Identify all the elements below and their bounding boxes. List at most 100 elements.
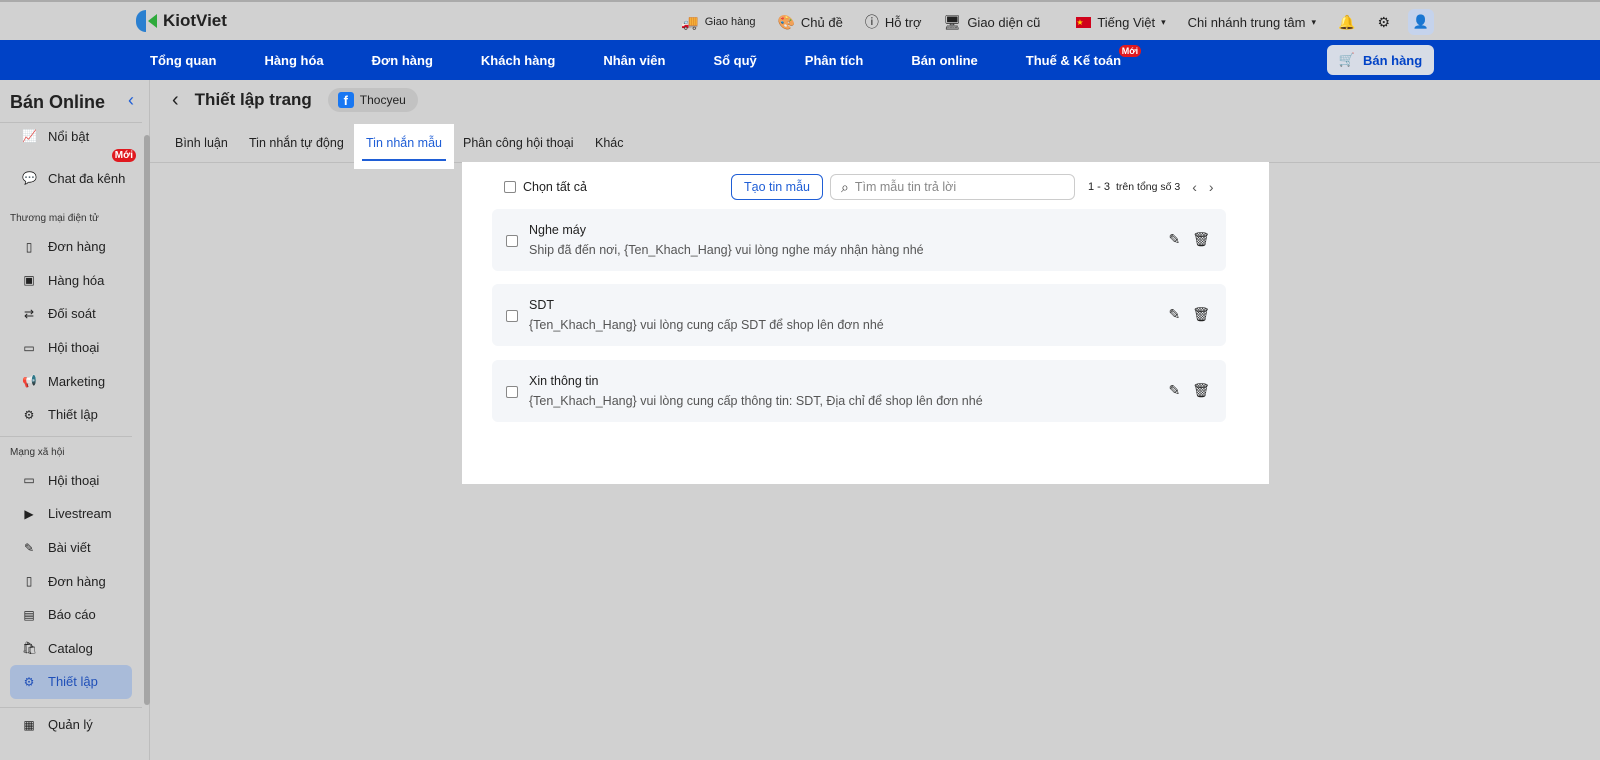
language-select[interactable]: ★ Tiếng Việt ▾ (1076, 15, 1166, 30)
trash-icon[interactable]: 🗑 (1192, 231, 1210, 248)
sidebar-item-ecom-conversations[interactable]: ▭ Hội thoại (0, 331, 142, 365)
sidebar-item-social-conversations[interactable]: ▭ Hội thoại (0, 464, 142, 498)
sidebar-item-reconciliation[interactable]: ⇄ Đối soát (0, 297, 142, 331)
edit-icon: ✎ (23, 540, 35, 555)
sidebar-item-highlights[interactable]: 📈 Nổi bật (0, 123, 142, 149)
pagination: 1 - 3 trên tổng số 3 ‹ › (1088, 174, 1214, 200)
sidebar-item-label: Bài viết (48, 540, 91, 556)
gear-icon[interactable]: ⚙ (1377, 14, 1390, 31)
select-all-checkbox[interactable]: Chọn tất cả (504, 180, 587, 194)
nav-online-sales[interactable]: Bán online (911, 53, 977, 68)
template-title: SDT (529, 298, 554, 312)
create-template-button[interactable]: Tạo tin mẫu (731, 174, 823, 200)
select-all-label: Chọn tất cả (523, 180, 587, 194)
monitor-icon: 🖥 (943, 13, 962, 30)
edit-icon[interactable]: ✎ (1168, 231, 1180, 248)
new-badge: Mới (1118, 44, 1142, 57)
search-input[interactable]: ⌕ Tìm mẫu tin trả lời (830, 174, 1075, 200)
sidebar-item-catalog[interactable]: 🛍 Catalog (0, 632, 142, 666)
document-icon: ▯ (25, 239, 33, 254)
dashboard-icon: ▦ (23, 717, 35, 732)
tab-conversation-assignment[interactable]: Phân công hội thoại (463, 124, 574, 163)
prev-page-icon[interactable]: ‹ (1192, 179, 1197, 195)
tab-bar: Bình luận Tin nhắn tự động Tin nhắn mẫu … (150, 124, 1600, 169)
catalog-icon: 🛍 (22, 641, 38, 656)
nav-cashbook[interactable]: Sổ quỹ (713, 53, 756, 68)
sidebar-item-omnichannel-chat[interactable]: 💬 Chat đa kênh Mới (0, 149, 142, 199)
theme-label: Chủ đề (800, 14, 843, 30)
tab-auto-messages[interactable]: Tin nhắn tự động (249, 124, 344, 163)
support-link[interactable]: ⓘ Hỗ trợ (865, 12, 922, 32)
nav-analytics[interactable]: Phân tích (805, 53, 864, 68)
template-item: SDT {Ten_Khach_Hang} vui lòng cung cấp SD… (492, 284, 1226, 346)
gear-icon: ⚙ (23, 674, 35, 689)
sidebar-item-social-orders[interactable]: ▯ Đơn hàng (0, 564, 142, 598)
sidebar-title: Bán Online (10, 92, 106, 112)
sell-button[interactable]: 🛒 Bán hàng (1327, 45, 1434, 75)
nav-tax-accounting[interactable]: Thuế & Kế toán Mới (1025, 44, 1142, 68)
template-item: Xin thông tin {Ten_Khach_Hang} vui lòng c… (492, 360, 1226, 422)
sidebar-item-reports[interactable]: ▤ Báo cáo (0, 598, 142, 632)
template-checkbox[interactable] (506, 310, 518, 322)
branch-select[interactable]: Chi nhánh trung tâm ▾ (1188, 15, 1316, 30)
sidebar: Bán Online ‹ 📈 Nổi bật 💬 Chat đa kênh Mới T… (0, 80, 150, 760)
sidebar-item-label: Thiết lập (48, 674, 98, 690)
gear-icon: ⚙ (23, 407, 35, 422)
template-item: Nghe máy Ship đã đến nơi, {Ten_Khach_Hang… (492, 209, 1226, 271)
template-checkbox[interactable] (506, 386, 518, 398)
nav-staff[interactable]: Nhân viên (603, 53, 665, 68)
facebook-page-chip[interactable]: f Thocyeu (327, 88, 418, 112)
tab-comments[interactable]: Bình luận (175, 124, 228, 163)
sidebar-item-label: Hàng hóa (48, 272, 105, 288)
sidebar-item-livestream[interactable]: ▶ Livestream (0, 497, 142, 531)
sidebar-item-label: Đối soát (48, 306, 96, 322)
user-avatar[interactable]: 👤 (1408, 9, 1434, 35)
chart-icon: 📈 (22, 129, 37, 143)
kiotviet-logo[interactable]: KiotViet (136, 10, 227, 32)
sidebar-item-label: Đơn hàng (48, 573, 106, 589)
search-icon: ⌕ (841, 178, 849, 195)
nav-orders[interactable]: Đơn hàng (372, 53, 433, 68)
sidebar-item-posts[interactable]: ✎ Bài viết (0, 531, 142, 565)
sidebar-item-manage[interactable]: ▦ Quản lý (0, 708, 142, 742)
sell-label: Bán hàng (1362, 52, 1423, 68)
nav-overview[interactable]: Tổng quan (150, 53, 216, 68)
next-page-icon[interactable]: › (1209, 179, 1214, 195)
sidebar-item-label: Quản lý (48, 717, 93, 733)
nav-tax-label: Thuế & Kế toán (1025, 52, 1122, 68)
template-checkbox[interactable] (506, 235, 518, 247)
trash-icon[interactable]: 🗑 (1192, 306, 1210, 323)
back-icon[interactable]: ‹ (172, 89, 179, 112)
nav-customers[interactable]: Khách hàng (481, 53, 555, 68)
tab-message-templates[interactable]: Tin nhắn mẫu (354, 124, 454, 169)
checkbox[interactable] (504, 181, 516, 193)
cart-icon: 🛒 (1338, 52, 1355, 67)
message-icon: ▭ (23, 473, 35, 488)
sidebar-item-ecom-settings[interactable]: ⚙ Thiết lập (0, 398, 142, 432)
search-placeholder: Tìm mẫu tin trả lời (854, 180, 957, 194)
edit-icon[interactable]: ✎ (1168, 382, 1180, 399)
brand-name: KiotViet (163, 11, 227, 30)
sidebar-item-social-settings[interactable]: ⚙ Thiết lập (10, 665, 132, 699)
template-content: Ship đã đến nơi, {Ten_Khach_Hang} vui lò… (529, 243, 924, 257)
collapse-sidebar-icon[interactable]: ‹ (128, 90, 134, 111)
tab-other[interactable]: Khác (595, 124, 624, 163)
sidebar-item-label: Catalog (48, 640, 93, 656)
chat-help-icon: ⓘ (864, 14, 879, 30)
chat-icon: 💬 (22, 171, 37, 185)
sidebar-scrollbar[interactable] (144, 135, 150, 705)
old-ui-link[interactable]: 🖥 Giao diện cũ (944, 14, 1041, 31)
sidebar-item-label: Nổi bật (48, 128, 90, 144)
sidebar-item-ecom-products[interactable]: ▣ Hàng hóa (0, 264, 142, 298)
bell-icon[interactable]: 🔔 (1338, 14, 1355, 31)
edit-icon[interactable]: ✎ (1168, 306, 1180, 323)
sidebar-item-marketing[interactable]: 📢 Marketing (0, 364, 142, 398)
sidebar-item-label: Đơn hàng (48, 239, 106, 255)
truck-icon: 🚚 (681, 13, 699, 30)
template-title: Xin thông tin (529, 374, 599, 388)
nav-products[interactable]: Hàng hóa (264, 53, 323, 68)
sidebar-item-ecom-orders[interactable]: ▯ Đơn hàng (0, 230, 142, 264)
trash-icon[interactable]: 🗑 (1192, 382, 1210, 399)
theme-link[interactable]: 🎨 Chủ đề (777, 14, 842, 31)
delivery-link[interactable]: 🚚 Giao hàng (681, 14, 755, 31)
